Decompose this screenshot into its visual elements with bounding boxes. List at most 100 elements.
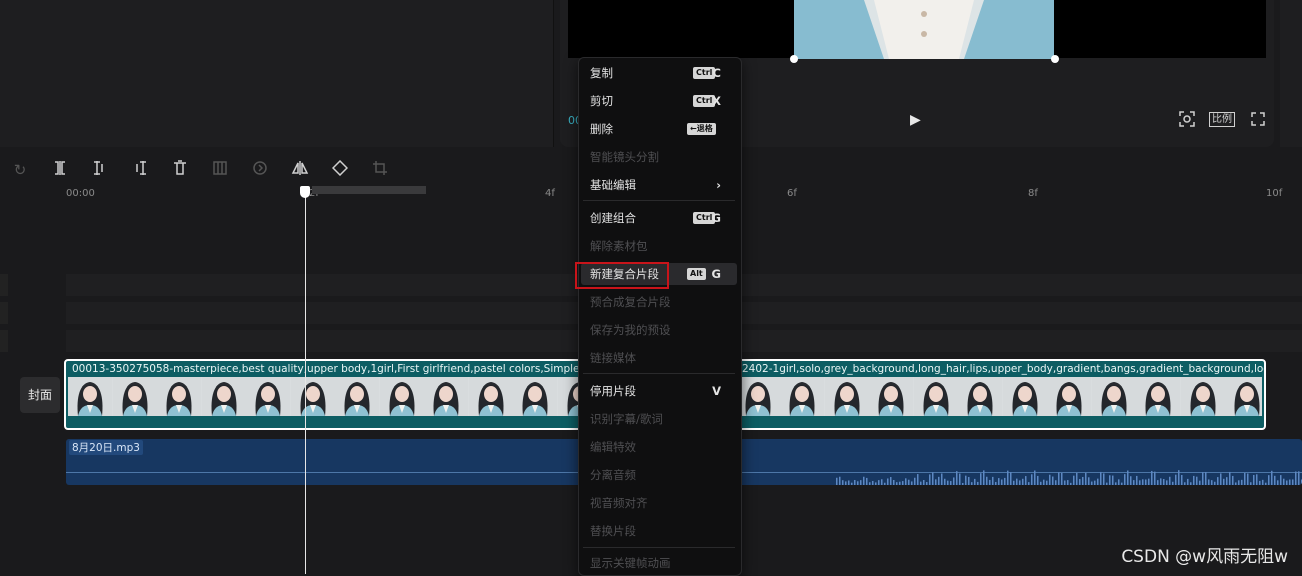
waveform-bar bbox=[1133, 480, 1135, 485]
menu-item: 替换片段 bbox=[581, 520, 737, 542]
waveform-bar bbox=[929, 474, 931, 485]
waveform-bar bbox=[899, 481, 901, 485]
menu-item[interactable]: 创建组合 Ctrl G bbox=[581, 207, 737, 229]
menu-shortcut-key: C bbox=[712, 66, 721, 80]
thumbnail-frame bbox=[735, 377, 780, 416]
waveform-bar bbox=[1100, 471, 1102, 485]
menu-shortcut-key: G bbox=[711, 267, 721, 281]
preview-canvas bbox=[568, 0, 1266, 63]
waveform-bar bbox=[983, 470, 985, 485]
play-icon[interactable]: ▶ bbox=[910, 112, 921, 128]
thumbnail-frame bbox=[157, 377, 201, 416]
thumbnail-frame bbox=[1136, 377, 1180, 416]
reverse-icon[interactable] bbox=[250, 160, 270, 180]
menu-item-label: 停用片段 bbox=[590, 384, 636, 398]
waveform-bar bbox=[908, 479, 910, 485]
waveform-bar bbox=[1094, 480, 1096, 485]
waveform-bar bbox=[1229, 471, 1231, 485]
cover-button[interactable]: 封面 bbox=[20, 377, 60, 413]
waveform-bar bbox=[1223, 478, 1225, 485]
waveform-bar bbox=[995, 481, 997, 485]
waveform-bar bbox=[1091, 481, 1093, 485]
waveform-bar bbox=[1037, 475, 1039, 485]
mirror-icon[interactable] bbox=[290, 160, 310, 180]
waveform-bar bbox=[974, 478, 976, 485]
rotate-icon[interactable] bbox=[330, 159, 350, 180]
transform-handle[interactable] bbox=[790, 55, 798, 63]
waveform-bar bbox=[1283, 478, 1285, 485]
menu-item-label: 显示关键帧动画 bbox=[590, 556, 671, 570]
waveform-bar bbox=[1262, 479, 1264, 485]
waveform-bar bbox=[1250, 482, 1252, 485]
waveform-bar bbox=[932, 472, 934, 485]
waveform-bar bbox=[1010, 472, 1012, 485]
waveform-bar bbox=[1190, 482, 1192, 485]
redo-icon[interactable]: ↻ bbox=[10, 160, 30, 180]
lane-handle[interactable] bbox=[0, 302, 8, 324]
waveform-bar bbox=[1178, 470, 1180, 485]
waveform-bar bbox=[1136, 475, 1138, 485]
chevron-right-icon: › bbox=[716, 178, 721, 192]
menu-item: 预合成复合片段 bbox=[581, 291, 737, 313]
waveform-bar bbox=[1073, 475, 1075, 485]
waveform-bar bbox=[872, 480, 874, 485]
waveform-bar bbox=[965, 475, 967, 485]
thumbnail-frame bbox=[290, 377, 335, 416]
preview-frame-image[interactable] bbox=[794, 0, 1054, 59]
thumbnail-frame bbox=[335, 377, 379, 416]
lane-handle[interactable] bbox=[0, 274, 8, 296]
fullscreen-icon[interactable] bbox=[1250, 111, 1266, 131]
menu-item: 显示关键帧动画 bbox=[581, 552, 737, 574]
menu-item[interactable]: 停用片段 V bbox=[581, 380, 737, 402]
menu-item[interactable]: 剪切 Ctrl X bbox=[581, 90, 737, 112]
waveform-bar bbox=[1109, 475, 1111, 485]
waveform-bar bbox=[1067, 480, 1069, 485]
delete-icon[interactable] bbox=[170, 160, 190, 180]
playhead-handle[interactable] bbox=[300, 186, 310, 198]
thumbnail-frame bbox=[201, 377, 246, 416]
audio-clip-name: 8月20日.mp3 bbox=[69, 440, 143, 455]
split-left-icon[interactable] bbox=[90, 160, 110, 180]
waveform-bar bbox=[956, 471, 958, 485]
playhead-line[interactable] bbox=[305, 186, 306, 574]
waveform-bar bbox=[1184, 482, 1186, 485]
waveform-bar bbox=[1097, 478, 1099, 485]
waveform-bar bbox=[944, 478, 946, 485]
crop-icon[interactable] bbox=[370, 160, 390, 180]
waveform-bar bbox=[1181, 474, 1183, 485]
menu-item[interactable]: 复制 Ctrl C bbox=[581, 62, 737, 84]
ratio-button[interactable]: 比例 bbox=[1209, 112, 1235, 127]
lane-handle[interactable] bbox=[0, 330, 8, 352]
waveform-bar bbox=[1214, 481, 1216, 485]
audio-waveform bbox=[836, 470, 1302, 485]
split-icon[interactable] bbox=[50, 160, 70, 180]
waveform-bar bbox=[896, 482, 898, 485]
split-right-icon[interactable] bbox=[130, 160, 150, 180]
waveform-bar bbox=[1061, 472, 1063, 485]
menu-item[interactable]: 基础编辑 › bbox=[581, 174, 737, 196]
waveform-bar bbox=[950, 481, 952, 485]
screenshot-icon[interactable] bbox=[1178, 110, 1196, 132]
waveform-bar bbox=[851, 482, 853, 485]
waveform-bar bbox=[1004, 477, 1006, 485]
thumbnail-frame bbox=[1225, 377, 1262, 416]
thumbnail-frame bbox=[513, 377, 557, 416]
waveform-bar bbox=[1277, 480, 1279, 485]
thumbnail-frame bbox=[958, 377, 1002, 416]
transform-handle[interactable] bbox=[1051, 55, 1059, 63]
waveform-bar bbox=[953, 477, 955, 485]
waveform-bar bbox=[1187, 478, 1189, 485]
waveform-bar bbox=[860, 480, 862, 485]
thumbnail-frame bbox=[246, 377, 290, 416]
menu-item[interactable]: 删除 ←退格 bbox=[581, 118, 737, 140]
freeze-icon[interactable] bbox=[210, 160, 230, 180]
ruler-tick: 4f bbox=[545, 188, 555, 199]
menu-item: 视音频对齐 bbox=[581, 492, 737, 514]
menu-item-label: 链接媒体 bbox=[590, 351, 636, 365]
waveform-bar bbox=[1259, 480, 1261, 485]
menu-item-label: 删除 bbox=[590, 122, 613, 136]
waveform-bar bbox=[1220, 473, 1222, 485]
menu-item-label: 识别字幕/歌词 bbox=[590, 412, 663, 426]
waveform-bar bbox=[977, 481, 979, 485]
video-clip-title: 00013-350275058-masterpiece,best quality… bbox=[72, 363, 632, 375]
